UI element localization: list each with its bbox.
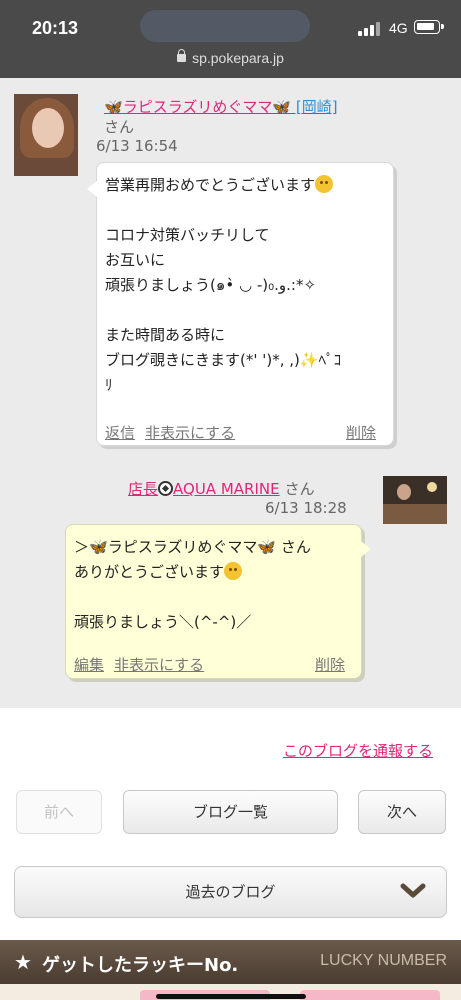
hide-link[interactable]: 非表示にする xyxy=(114,653,204,678)
author-link[interactable]: 店長 AQUA MARINE xyxy=(128,480,280,498)
comment-date: 6/13 18:28 xyxy=(265,499,347,517)
hide-link[interactable]: 非表示にする xyxy=(145,421,235,446)
url-text: sp.pokepara.jp xyxy=(192,50,284,66)
blog-footer-nav: このブログを通報する 前へ ブログ一覧 次へ 過去のブログ ★ ゲットしたラッキ… xyxy=(0,708,461,1000)
lucky-number-header: ★ ゲットしたラッキーNo. LUCKY NUMBER xyxy=(0,940,461,984)
reply-bubble: ＞🦋ラピスラズリめぐママ🦋 さん ありがとうございます 頑張りましょう＼(^-^… xyxy=(65,524,371,679)
status-bar: 20:13 4G sp.pokepara.jp xyxy=(0,0,461,78)
signal-icon xyxy=(358,22,380,36)
comment-line: お互いに xyxy=(105,251,166,269)
comment-line: ブログ覗きにきます(*' ')*, ,)✨ﾍﾟｺ xyxy=(105,351,342,369)
comment-author: 🦋ラピスラズリめぐママ🦋 [岡崎] xyxy=(104,96,338,117)
network-type: 4G xyxy=(389,20,408,36)
comment-line: ＞🦋ラピスラズリめぐママ🦋 さん xyxy=(74,538,311,556)
home-indicator xyxy=(156,994,306,999)
blog-list-button[interactable]: ブログ一覧 xyxy=(123,790,338,834)
prev-label: 前へ xyxy=(43,803,74,821)
reply-link[interactable]: 返信 xyxy=(105,421,135,446)
comment-line: 営業再開おめでとうございます xyxy=(105,173,341,198)
chevron-down-icon xyxy=(400,883,426,898)
address-bar[interactable]: sp.pokepara.jp xyxy=(0,49,461,66)
past-blog-label: 過去のブログ xyxy=(185,883,276,901)
comment-line: ありがとうございます xyxy=(74,560,311,585)
lock-icon xyxy=(177,49,187,62)
status-time: 20:13 xyxy=(32,18,79,38)
comment-line: コロナ対策バッチリして xyxy=(105,226,270,244)
comment-date: 6/13 16:54 xyxy=(96,137,178,155)
past-blog-dropdown[interactable]: 過去のブログ xyxy=(14,866,447,918)
soccer-ball-icon xyxy=(158,481,174,496)
smile-emoji-icon xyxy=(315,175,334,193)
honorific: さん xyxy=(104,118,135,136)
lucky-title: ゲットしたラッキーNo. xyxy=(42,955,239,976)
sparkle-icon: ✨ xyxy=(299,351,319,369)
comment-bubble: 営業再開おめでとうございます コロナ対策バッチリして お互いに 頑張りましょう(… xyxy=(87,162,394,446)
comment-line: 頑張りましょう(๑•̀ ◡ -)و.₀.:*✧ xyxy=(105,276,317,294)
star-icon: ★ xyxy=(14,950,32,974)
shop-avatar[interactable] xyxy=(383,476,447,524)
prev-button[interactable]: 前へ xyxy=(16,790,102,834)
comment-line: 頑張りましょう＼(^-^)／ xyxy=(74,613,252,631)
lucky-subtitle: LUCKY NUMBER xyxy=(320,952,447,969)
next-button[interactable]: 次へ xyxy=(358,790,446,834)
comment-line: また時間ある時に xyxy=(105,326,226,344)
report-blog-link[interactable]: このブログを通報する xyxy=(283,740,433,761)
delete-link[interactable]: 削除 xyxy=(346,421,376,446)
comment-line: ﾘ xyxy=(105,376,113,394)
blog-list-label: ブログ一覧 xyxy=(192,803,268,821)
edit-link[interactable]: 編集 xyxy=(74,653,104,678)
commenter-avatar[interactable] xyxy=(14,94,78,176)
blurred-notch-area xyxy=(140,10,310,42)
author-link[interactable]: 🦋ラピスラズリめぐママ🦋 [岡崎] xyxy=(104,98,338,116)
honorific: さん xyxy=(284,480,315,498)
comment-author: 店長 AQUA MARINE さん xyxy=(128,478,315,499)
smile-emoji-icon xyxy=(224,562,243,580)
next-label: 次へ xyxy=(386,803,417,821)
battery-icon xyxy=(414,20,444,34)
comment-thread: 🦋ラピスラズリめぐママ🦋 [岡崎] さん 6/13 16:54 営業再開おめでと… xyxy=(0,78,461,708)
delete-link[interactable]: 削除 xyxy=(315,653,345,678)
